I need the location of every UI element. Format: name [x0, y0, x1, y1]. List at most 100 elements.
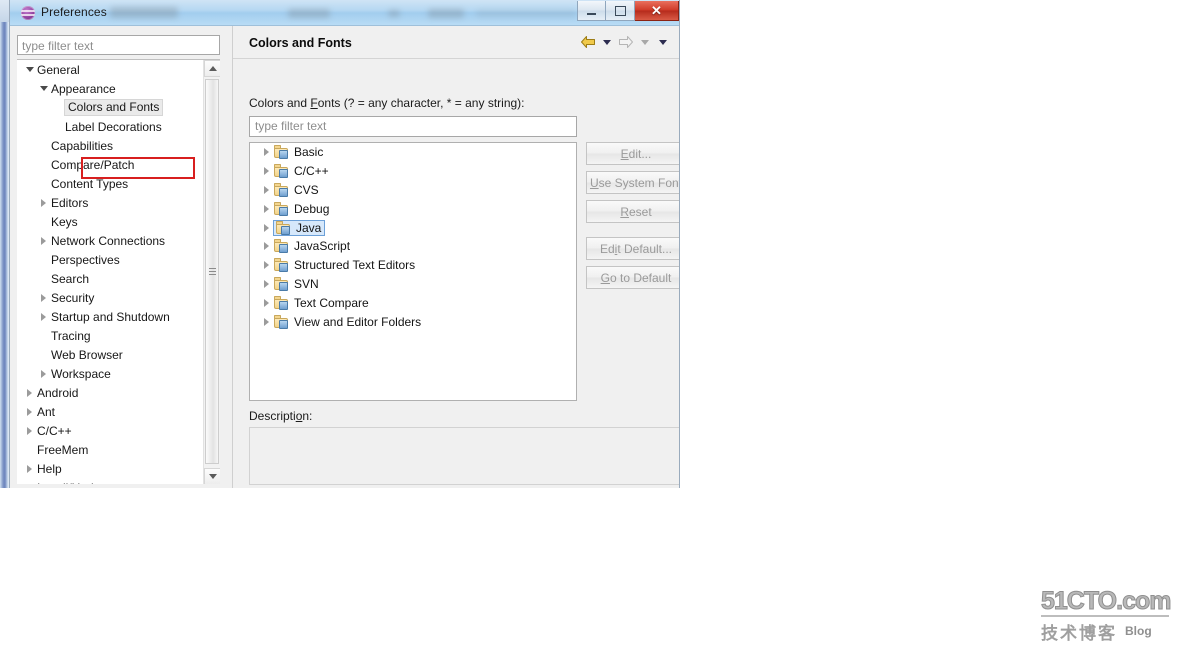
- chevron-right-icon[interactable]: [260, 312, 273, 331]
- category-item-content: Text Compare: [273, 295, 369, 310]
- tree-item-help[interactable]: Help: [17, 459, 203, 478]
- tree-item-keys[interactable]: Keys: [17, 212, 203, 231]
- tree-item-tracing[interactable]: Tracing: [17, 326, 203, 345]
- description-textarea[interactable]: [249, 427, 679, 485]
- category-item-label: CVS: [294, 182, 319, 197]
- chevron-down-icon[interactable]: [37, 79, 50, 98]
- tree-twisty-spacer: [23, 440, 36, 459]
- tree-twisty-spacer: [37, 155, 50, 174]
- back-history-chevron-down-icon[interactable]: [603, 39, 611, 45]
- chevron-right-icon[interactable]: [37, 307, 50, 326]
- forward-arrow-icon: [617, 34, 635, 50]
- colors-fonts-category-tree[interactable]: Basic C/C++ CVS Debug Java JavaScript Structur…: [249, 142, 577, 401]
- chevron-right-icon[interactable]: [260, 293, 273, 312]
- chevron-right-icon[interactable]: [37, 193, 50, 212]
- chevron-right-icon[interactable]: [260, 181, 273, 200]
- color-theme-folder-icon: [273, 276, 289, 291]
- category-item-view-and-editor-folders[interactable]: View and Editor Folders: [250, 312, 576, 331]
- colors-fonts-field-label: Colors and Fonts (? = any character, * =…: [249, 96, 525, 110]
- chevron-right-icon[interactable]: [260, 256, 273, 275]
- chevron-right-icon[interactable]: [37, 231, 50, 250]
- category-item-java[interactable]: Java: [250, 218, 576, 237]
- tree-item-label: Startup and Shutdown: [51, 309, 170, 324]
- background-window-strip: [0, 22, 9, 488]
- description-label-pre: Descripti: [249, 409, 296, 423]
- chevron-right-icon[interactable]: [23, 383, 36, 402]
- category-item-structured-text-editors[interactable]: Structured Text Editors: [250, 256, 576, 275]
- tree-twisty-spacer: [37, 174, 50, 193]
- minimize-button[interactable]: [577, 1, 606, 21]
- chevron-right-icon[interactable]: [260, 143, 273, 162]
- category-item-basic[interactable]: Basic: [250, 143, 576, 162]
- preferences-dialog: Preferences ✕ type filter text General Ap…: [9, 0, 680, 488]
- tree-item-label-decorations[interactable]: Label Decorations: [17, 117, 203, 136]
- color-theme-folder-icon: [273, 164, 289, 179]
- scroll-up-button[interactable]: [204, 60, 220, 77]
- tree-item-colors-and-fonts[interactable]: Colors and Fonts: [17, 98, 203, 117]
- category-item-c-c-[interactable]: C/C++: [250, 162, 576, 181]
- page-menu-chevron-down-icon[interactable]: [659, 39, 667, 45]
- tree-vertical-scrollbar[interactable]: [203, 60, 220, 484]
- button-label-mnemonic: U: [589, 175, 599, 190]
- tree-item-label: General: [37, 62, 80, 77]
- tree-item-label: Appearance: [51, 81, 116, 96]
- tree-item-freemem[interactable]: FreeMem: [17, 440, 203, 459]
- tree-item-search[interactable]: Search: [17, 269, 203, 288]
- tree-item-capabilities[interactable]: Capabilities: [17, 136, 203, 155]
- tree-item-perspectives[interactable]: Perspectives: [17, 250, 203, 269]
- tree-item-network-connections[interactable]: Network Connections: [17, 231, 203, 250]
- preferences-tree[interactable]: General Appearance Colors and Fonts Label D…: [17, 59, 220, 484]
- maximize-button[interactable]: [606, 1, 635, 21]
- button-label-post: eset: [628, 204, 652, 219]
- tree-item-ant[interactable]: Ant: [17, 402, 203, 421]
- category-item-svn[interactable]: SVN: [250, 275, 576, 294]
- category-item-cvs[interactable]: CVS: [250, 181, 576, 200]
- chevron-right-icon[interactable]: [260, 162, 273, 181]
- tree-item-appearance[interactable]: Appearance: [17, 79, 203, 98]
- close-button[interactable]: ✕: [635, 1, 679, 21]
- chevron-right-icon[interactable]: [23, 421, 36, 440]
- chevron-right-icon[interactable]: [260, 274, 273, 293]
- category-item-javascript[interactable]: JavaScript: [250, 237, 576, 256]
- button-label-pre: Ed: [599, 241, 615, 256]
- chevron-down-icon[interactable]: [23, 60, 36, 79]
- chevron-right-icon[interactable]: [260, 218, 273, 237]
- tree-filter-input[interactable]: type filter text: [17, 35, 220, 55]
- category-item-content: JavaScript: [273, 239, 350, 254]
- tree-item-compare-patch[interactable]: Compare/Patch: [17, 155, 203, 174]
- tree-item-label: Search: [51, 271, 90, 286]
- tree-item-workspace[interactable]: Workspace: [17, 364, 203, 383]
- button-use-system-font: Use System Font: [586, 171, 679, 194]
- chevron-right-icon[interactable]: [37, 288, 50, 307]
- chevron-right-icon[interactable]: [37, 364, 50, 383]
- tree-item-editors[interactable]: Editors: [17, 193, 203, 212]
- chevron-right-icon[interactable]: [260, 199, 273, 218]
- category-item-content: SVN: [273, 276, 319, 291]
- tree-item-general[interactable]: General: [17, 60, 203, 79]
- tree-item-content-types[interactable]: Content Types: [17, 174, 203, 193]
- tree-item-c-c-[interactable]: C/C++: [17, 421, 203, 440]
- tree-item-security[interactable]: Security: [17, 288, 203, 307]
- chevron-right-icon[interactable]: [23, 459, 36, 478]
- category-item-debug[interactable]: Debug: [250, 199, 576, 218]
- scrollbar-thumb[interactable]: [205, 79, 219, 464]
- scrollbar-grip-icon: [209, 267, 216, 276]
- dialog-titlebar[interactable]: Preferences ✕: [10, 0, 679, 26]
- category-item-label: Structured Text Editors: [294, 258, 416, 273]
- description-label-post: n:: [302, 409, 313, 423]
- colors-fonts-filter-input[interactable]: type filter text: [249, 116, 577, 137]
- chevron-right-icon[interactable]: [23, 402, 36, 421]
- scroll-down-button[interactable]: [204, 468, 220, 484]
- tree-item-android[interactable]: Android: [17, 383, 203, 402]
- chevron-right-icon[interactable]: [23, 478, 36, 484]
- tree-item-web-browser[interactable]: Web Browser: [17, 345, 203, 364]
- category-item-text-compare[interactable]: Text Compare: [250, 293, 576, 312]
- tree-item-label: C/C++: [37, 423, 72, 438]
- chevron-right-icon[interactable]: [260, 237, 273, 256]
- tree-item-label: Network Connections: [51, 233, 166, 248]
- tree-item-install-update[interactable]: Install/Update: [17, 478, 203, 484]
- color-theme-folder-icon: [273, 314, 289, 329]
- color-theme-folder-icon: [273, 182, 289, 197]
- tree-item-startup-and-shutdown[interactable]: Startup and Shutdown: [17, 307, 203, 326]
- back-arrow-icon[interactable]: [579, 34, 597, 50]
